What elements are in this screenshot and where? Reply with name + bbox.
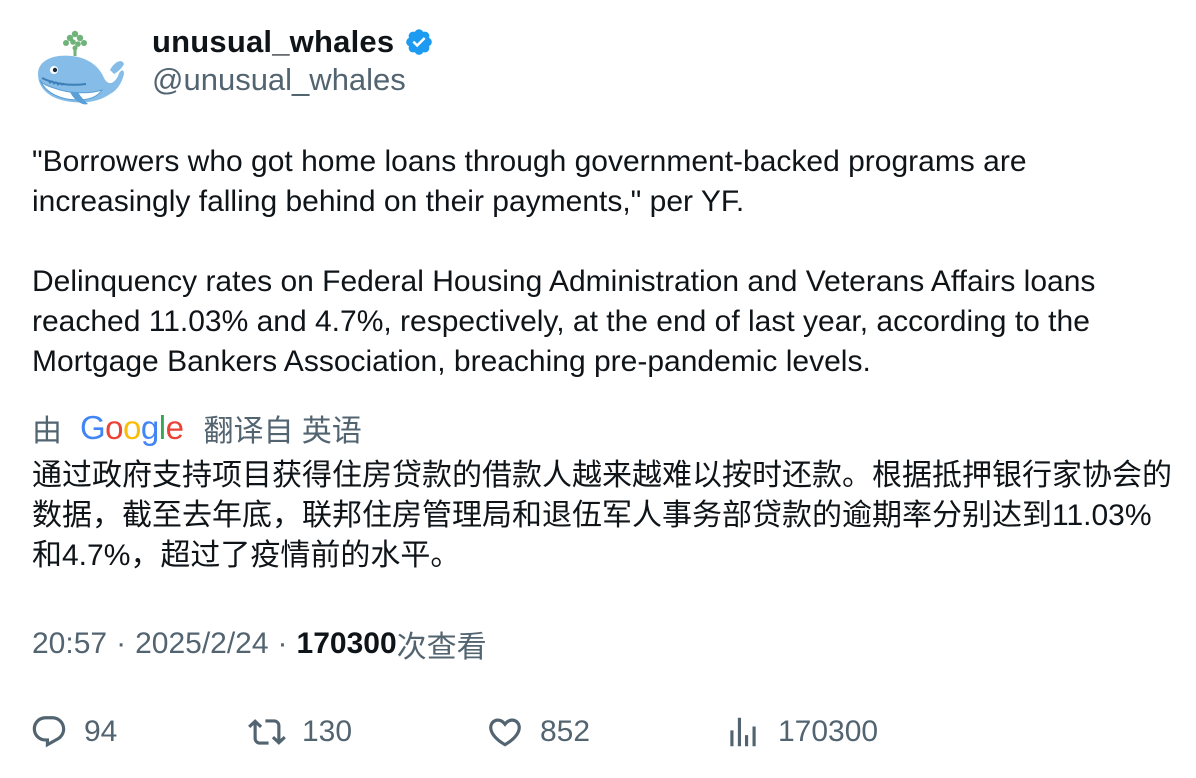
retweet-count: 130 (302, 715, 353, 748)
reply-icon (32, 716, 66, 748)
tweet-time[interactable]: 20:57 (32, 627, 107, 661)
heart-icon (489, 718, 521, 747)
tweet-paragraph-2: Delinquency rates on Federal Housing Adm… (32, 265, 1096, 378)
tweet-paragraph-1: "Borrowers who got home loans through go… (32, 145, 1027, 218)
google-logo-icon: Google (80, 409, 184, 446)
author-display-name[interactable]: unusual_whales (152, 24, 394, 60)
tweet-meta: 20:57 · 2025/2/24 · 170300 次查看 (32, 624, 487, 664)
tweet-date[interactable]: 2025/2/24 (135, 627, 268, 661)
views-count: 170300 (778, 715, 879, 748)
tweet-card: unusual_whales @unusual_whales "Borrower… (0, 0, 1196, 778)
translated-by-label: 由 (32, 415, 62, 448)
avatar[interactable] (30, 24, 126, 120)
meta-views-label: 次查看 (396, 631, 487, 664)
like-count: 852 (540, 715, 591, 748)
analytics-icon (730, 717, 756, 747)
reply-button[interactable]: 94 (30, 710, 117, 754)
translated-from-label: 翻译自 英语 (203, 415, 362, 448)
author-name-row: unusual_whales (152, 22, 434, 62)
verified-badge-icon (404, 27, 434, 57)
tweet-actions: 94 130 852 170300 (30, 710, 1170, 754)
views-button[interactable]: 170300 (724, 710, 878, 754)
translated-text: 通过政府支持项目获得住房贷款的借款人越来越难以按时还款。根据抵押银行家协会的数据… (32, 459, 1172, 572)
like-button[interactable]: 852 (486, 710, 590, 754)
translation-attribution[interactable]: 由 Google 翻译自 英语 (32, 406, 362, 450)
meta-separator: · (116, 627, 127, 660)
retweet-icon (248, 719, 286, 745)
reply-count: 94 (84, 715, 118, 748)
retweet-button[interactable]: 130 (248, 710, 352, 754)
meta-separator: · (277, 627, 288, 660)
whale-icon (38, 30, 124, 105)
meta-views-count: 170300 (296, 627, 397, 660)
author-handle[interactable]: @unusual_whales (152, 62, 406, 98)
tweet-text: "Borrowers who got home loans through go… (32, 142, 1172, 382)
